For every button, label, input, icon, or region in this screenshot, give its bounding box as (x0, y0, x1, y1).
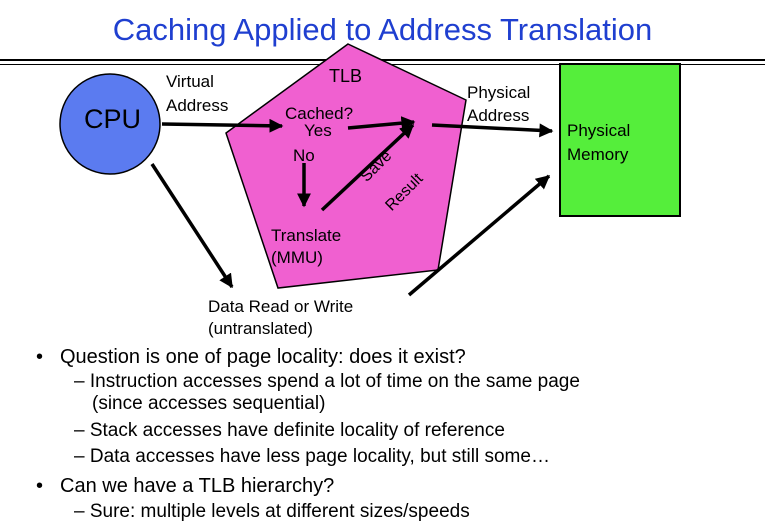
data-rw-label: Data Read or Write (208, 297, 354, 316)
dash: – (74, 446, 90, 467)
dash: – (74, 420, 90, 441)
arrow-cpu-to-tlb (161, 118, 284, 133)
arrow-cpu-to-data (150, 163, 234, 289)
physical-memory-label-2: Memory (567, 145, 629, 164)
virtual-address-label-1: Virtual (166, 72, 214, 91)
sub-bullet-sequential: (since accesses sequential) (92, 393, 326, 414)
tlb-label: TLB (329, 66, 363, 86)
sub-bullet-text: Instruction accesses spend a lot of time… (89, 371, 580, 392)
bullet-text: Question is one of page locality: does i… (60, 346, 466, 368)
sub-bullet-instruction: – Instruction accesses spend a lot of ti… (74, 371, 580, 393)
untranslated-label: (untranslated) (208, 319, 313, 338)
mmu-label: (MMU) (271, 248, 323, 267)
bullet-text: Can we have a TLB hierarchy? (60, 475, 335, 497)
physical-memory-label-1: Physical (567, 121, 631, 140)
virtual-address-label-2: Address (166, 96, 229, 115)
cpu-label: CPU (84, 104, 142, 134)
sub-bullet-stack: – Stack accesses have definite locality … (74, 420, 505, 442)
sub-bullet-text: Data accesses have less page locality, b… (89, 446, 550, 467)
dash: – (74, 501, 90, 522)
physical-address-label-1: Physical (467, 83, 531, 102)
sub-bullet-text: Stack accesses have definite locality of… (89, 420, 505, 441)
yes-label: Yes (304, 121, 332, 140)
sub-bullet-levels: – Sure: multiple levels at different siz… (74, 501, 470, 523)
physical-address-label-2: Address (467, 106, 530, 125)
no-label: No (293, 146, 315, 165)
dash: – (74, 371, 90, 392)
bullet-dot: • (36, 475, 44, 497)
sub-bullet-text: Sure: multiple levels at different sizes… (89, 501, 470, 522)
sub-bullet-data: – Data accesses have less page locality,… (74, 446, 550, 468)
bullet-dot: • (36, 346, 44, 368)
translate-label: Translate (271, 226, 342, 245)
